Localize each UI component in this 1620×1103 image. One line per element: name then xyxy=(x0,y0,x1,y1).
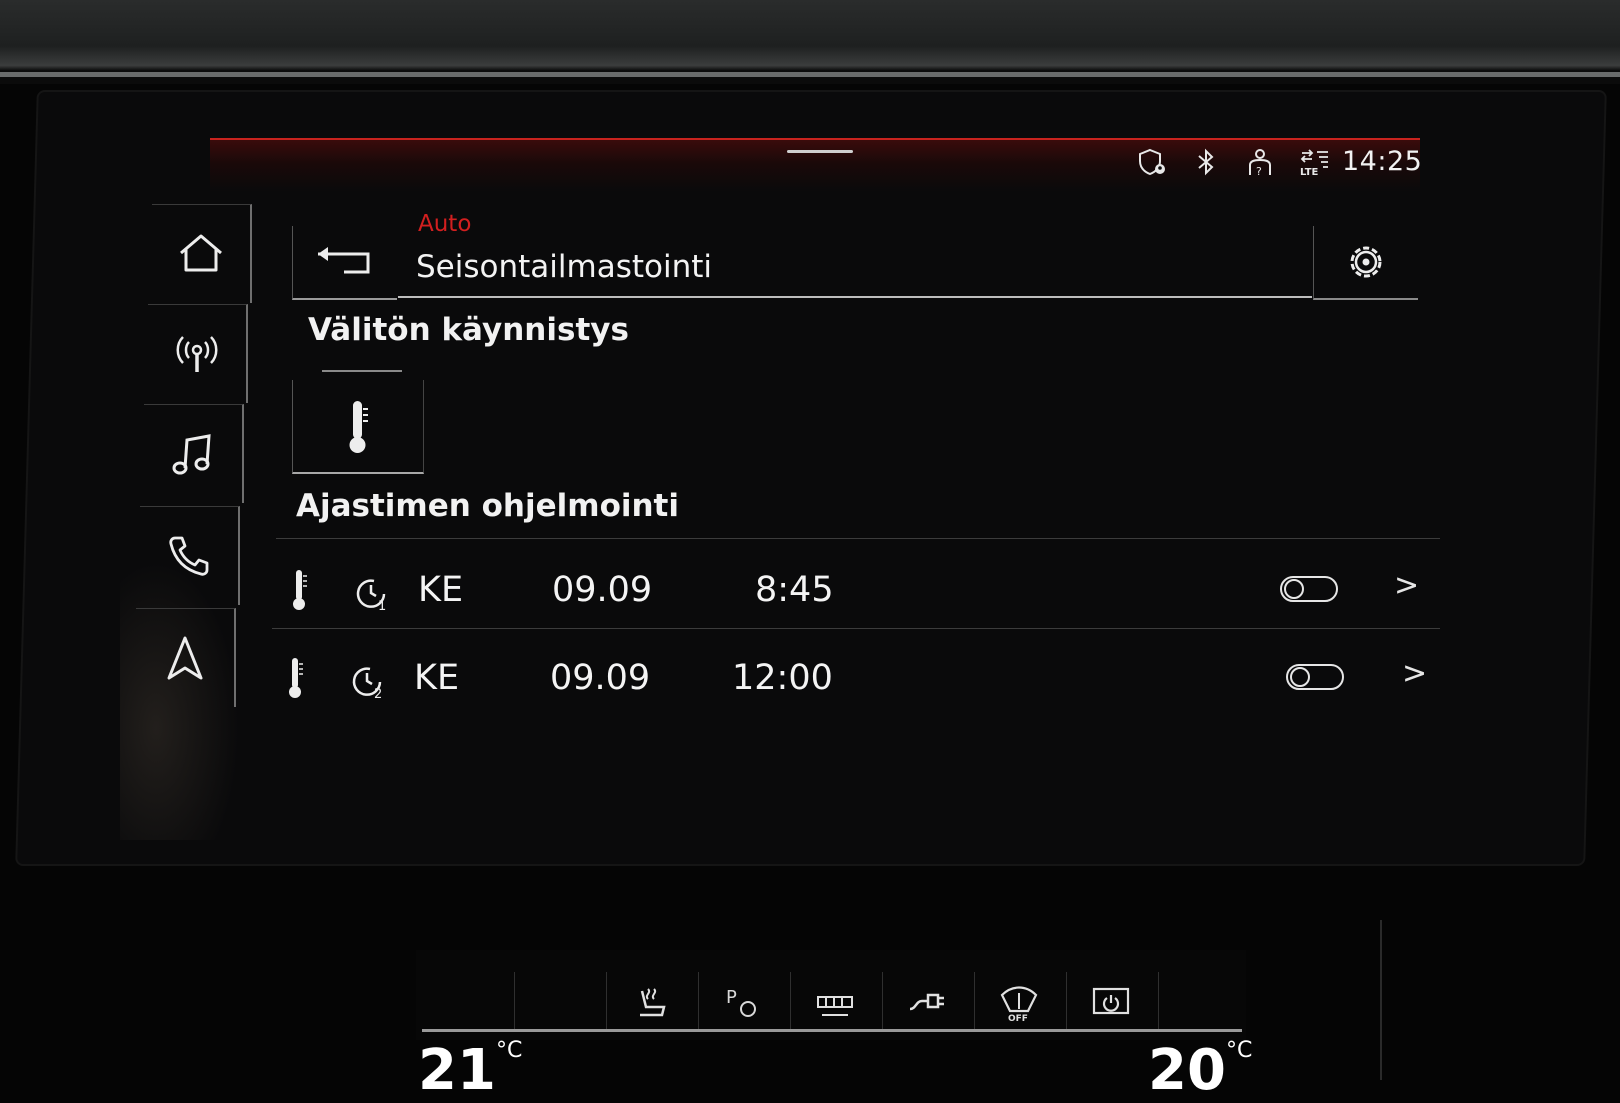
svg-text:?: ? xyxy=(1256,165,1262,177)
settings-button[interactable] xyxy=(1313,226,1418,300)
section-title-timer-programming: Ajastimen ohjelmointi xyxy=(296,488,680,524)
nav-home-button[interactable] xyxy=(152,204,252,303)
timer-clock-icon: 2 xyxy=(352,667,382,700)
section-title-immediate-start: Välitön käynnistys xyxy=(308,312,629,348)
pull-down-handle[interactable] xyxy=(787,150,853,153)
climate-blank-button[interactable] xyxy=(514,972,603,1032)
park-climate-icon: P xyxy=(726,987,756,1017)
svg-text:LTE: LTE xyxy=(1300,167,1319,177)
wiper-off-icon: OFF xyxy=(1000,986,1038,1023)
timer-date: 09.09 xyxy=(552,570,653,610)
svg-text:2: 2 xyxy=(374,687,382,700)
thermometer-icon xyxy=(293,570,307,610)
chevron-right-icon[interactable]: > xyxy=(1394,568,1419,603)
left-temperature[interactable]: 21°C xyxy=(418,1038,522,1103)
charging-plug-icon xyxy=(909,993,944,1011)
timer-day: KE xyxy=(418,570,464,610)
timer-toggle[interactable] xyxy=(1286,664,1344,690)
nav-radio-button[interactable] xyxy=(148,304,248,403)
svg-text:1: 1 xyxy=(378,599,386,612)
bluetooth-icon xyxy=(1198,148,1214,176)
person-question-icon: ? xyxy=(1249,149,1271,177)
chevron-right-icon[interactable]: > xyxy=(1402,656,1427,691)
timer-time: 12:00 xyxy=(732,658,833,698)
music-note-icon xyxy=(172,434,211,475)
right-temperature[interactable]: 20°C xyxy=(1148,1038,1252,1103)
timer-day: KE xyxy=(414,658,460,698)
rear-defrost-button[interactable] xyxy=(790,972,879,1032)
back-arrow-icon xyxy=(318,247,370,274)
header-underline xyxy=(398,296,1312,298)
divider xyxy=(272,628,1440,629)
gear-icon xyxy=(1350,246,1382,278)
charging-button[interactable] xyxy=(882,972,971,1032)
nav-media-button[interactable] xyxy=(144,404,244,503)
timer-toggle[interactable] xyxy=(1280,576,1338,602)
thermometer-icon xyxy=(349,401,368,453)
quick-start-indicator xyxy=(322,370,402,372)
heated-seat-button[interactable] xyxy=(606,972,695,1032)
rear-defrost-icon xyxy=(817,996,853,1016)
bezel-trim xyxy=(0,72,1620,77)
lte-signal-icon: LTE xyxy=(1300,149,1328,177)
status-icons: ? LTE xyxy=(1136,146,1330,178)
timer-row-2[interactable]: 2 KE 09.09 12:00 > xyxy=(289,634,1440,714)
heated-seat-icon xyxy=(640,988,666,1017)
thermometer-icon xyxy=(289,658,303,698)
breadcrumb[interactable]: Auto xyxy=(418,211,471,237)
clock: 14:25 xyxy=(1342,146,1423,177)
power-screen-icon xyxy=(1092,987,1130,1015)
nav-phone-button[interactable] xyxy=(140,506,240,605)
navigation-arrow-icon xyxy=(167,636,203,680)
timer-time: 8:45 xyxy=(755,570,834,610)
back-button[interactable] xyxy=(292,226,397,300)
shield-location-icon xyxy=(1139,148,1165,176)
side-navigation xyxy=(136,204,260,720)
climate-blank-button[interactable] xyxy=(1158,972,1239,1032)
nav-navigation-button[interactable] xyxy=(136,608,236,707)
divider xyxy=(276,538,1440,539)
timer-row-1[interactable]: 1 KE 09.09 8:45 > xyxy=(290,546,1440,626)
immediate-start-heating-button[interactable] xyxy=(292,380,424,474)
climate-panel-rule xyxy=(422,1029,1242,1032)
timer-clock-icon: 1 xyxy=(356,579,386,612)
screen-power-button[interactable] xyxy=(1066,972,1155,1032)
wiper-off-button[interactable]: OFF xyxy=(974,972,1063,1032)
panel-edge xyxy=(1380,920,1382,1080)
phone-icon xyxy=(169,536,209,576)
radio-antenna-icon xyxy=(176,336,218,372)
home-icon xyxy=(180,234,222,272)
svg-text:OFF: OFF xyxy=(1008,1014,1028,1023)
svg-text:P: P xyxy=(726,987,737,1008)
timer-date: 09.09 xyxy=(550,658,651,698)
park-climate-button[interactable]: P xyxy=(698,972,787,1032)
page-title: Seisontailmastointi xyxy=(416,249,712,285)
